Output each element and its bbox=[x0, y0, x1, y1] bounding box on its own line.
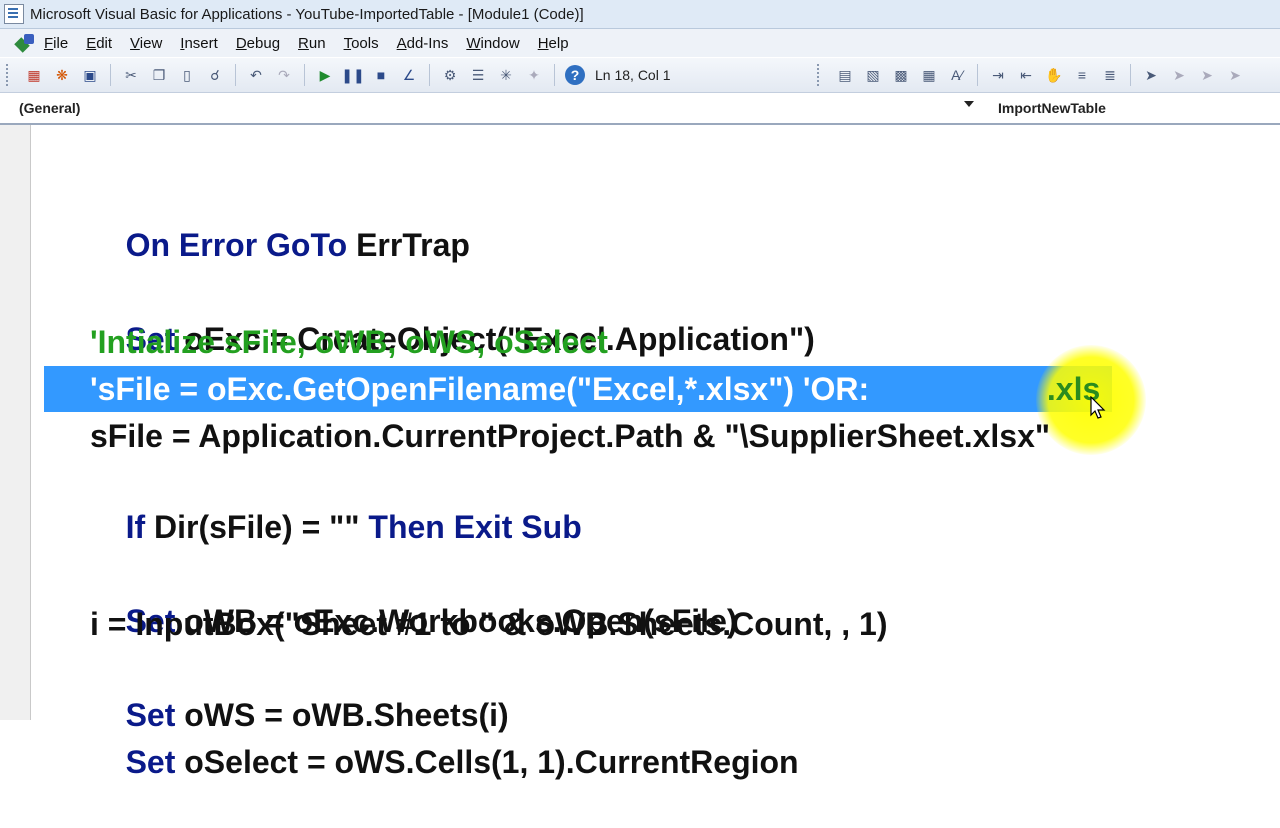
selected-code-text: 'sFile = oExc.GetOpenFilename("Excel,*.x… bbox=[90, 371, 870, 407]
toolbar-separator bbox=[977, 64, 978, 86]
project-explorer-icon[interactable]: ⚙ bbox=[440, 65, 460, 85]
menu-bar: File Edit View Insert Debug Run Tools Ad… bbox=[0, 29, 1280, 57]
code-text: ErrTrap bbox=[347, 227, 470, 263]
toolbar-grip[interactable] bbox=[6, 64, 14, 86]
menu-window[interactable]: Window bbox=[466, 35, 519, 52]
toolbar-separator bbox=[429, 64, 430, 86]
menu-insert[interactable]: Insert bbox=[180, 35, 218, 52]
find-icon[interactable]: ☌ bbox=[205, 65, 225, 85]
properties-window-icon[interactable]: ☰ bbox=[468, 65, 488, 85]
indent-icon[interactable]: ⇥ bbox=[988, 65, 1008, 85]
code-keyword: If bbox=[125, 509, 146, 545]
run-icon[interactable]: ▶ bbox=[315, 65, 335, 85]
complete-word-icon[interactable]: A⁄ bbox=[947, 65, 967, 85]
code-line[interactable]: i = InputBox("Sheet #1 to " & oWB.Sheets… bbox=[90, 602, 888, 646]
toolbar-separator bbox=[235, 64, 236, 86]
code-keyword: Then Exit Sub bbox=[368, 509, 582, 545]
menu-view[interactable]: View bbox=[130, 35, 162, 52]
insert-module-icon[interactable]: ❋ bbox=[52, 65, 72, 85]
quick-info-icon[interactable]: ▩ bbox=[891, 65, 911, 85]
object-dropdown-value: (General) bbox=[19, 100, 81, 116]
title-bar: Microsoft Visual Basic for Applications … bbox=[0, 0, 1280, 29]
toolbar-separator bbox=[110, 64, 111, 86]
comment-block-icon[interactable]: ≡ bbox=[1072, 65, 1092, 85]
list-properties-icon[interactable]: ▤ bbox=[835, 65, 855, 85]
mouse-pointer-icon bbox=[1090, 396, 1106, 419]
uncomment-block-icon[interactable]: ≣ bbox=[1100, 65, 1120, 85]
toggle-breakpoint-icon[interactable]: ✋ bbox=[1044, 65, 1064, 85]
next-bookmark-icon[interactable]: ➤ bbox=[1169, 65, 1189, 85]
code-line[interactable]: Set oWB = oExc.Workbooks.Open(sFile) bbox=[90, 555, 738, 639]
menu-edit[interactable]: Edit bbox=[86, 35, 112, 52]
toolbar-separator bbox=[554, 64, 555, 86]
help-icon[interactable]: ? bbox=[565, 65, 585, 85]
design-mode-icon[interactable]: ∠ bbox=[399, 65, 419, 85]
cut-icon[interactable]: ✂ bbox=[121, 65, 141, 85]
code-line[interactable]: sFile = Application.CurrentProject.Path … bbox=[90, 414, 1050, 458]
menu-debug[interactable]: Debug bbox=[236, 35, 280, 52]
vba-window-icon bbox=[4, 4, 24, 24]
code-keyword: Set bbox=[125, 744, 176, 780]
copy-icon[interactable]: ❐ bbox=[149, 65, 169, 85]
menu-file[interactable]: File bbox=[44, 35, 68, 52]
code-keyword: On Error GoTo bbox=[125, 227, 348, 263]
toggle-bookmark-icon[interactable]: ➤ bbox=[1141, 65, 1161, 85]
code-line[interactable]: Set oExc = CreateObject("Excel.Applicati… bbox=[90, 273, 815, 357]
window-title: Microsoft Visual Basic for Applications … bbox=[30, 5, 584, 23]
object-dropdown[interactable]: (General) bbox=[10, 96, 982, 120]
menu-run[interactable]: Run bbox=[298, 35, 326, 52]
toolbar-grip[interactable] bbox=[817, 64, 825, 86]
parameter-info-icon[interactable]: ▦ bbox=[919, 65, 939, 85]
code-window-header: (General) ImportNewTable bbox=[0, 93, 1280, 125]
previous-bookmark-icon[interactable]: ➤ bbox=[1197, 65, 1217, 85]
code-text: oSelect = oWS.Cells(1, 1).CurrentRegion bbox=[175, 744, 799, 780]
breakpoint-margin[interactable] bbox=[0, 125, 31, 720]
undo-icon[interactable]: ↶ bbox=[246, 65, 266, 85]
redo-icon[interactable]: ↷ bbox=[274, 65, 294, 85]
reset-icon[interactable]: ■ bbox=[371, 65, 391, 85]
standard-toolbar: ▦ ❋ ▣ ✂ ❐ ▯ ☌ ↶ ↷ ▶ ❚❚ ■ ∠ ⚙ ☰ ✳ ✦ ? Ln … bbox=[0, 58, 1280, 93]
selected-code-line[interactable]: 'sFile = oExc.GetOpenFilename("Excel,*.x… bbox=[44, 366, 1112, 412]
break-icon[interactable]: ❚❚ bbox=[341, 65, 364, 85]
toolbar-separator bbox=[1130, 64, 1131, 86]
menu-tools[interactable]: Tools bbox=[344, 35, 379, 52]
code-editor[interactable]: On Error GoTo ErrTrap Set oExc = CreateO… bbox=[0, 125, 1280, 780]
toolbox-icon[interactable]: ✦ bbox=[524, 65, 544, 85]
excel-vba-icon[interactable] bbox=[14, 32, 36, 54]
outdent-icon[interactable]: ⇤ bbox=[1016, 65, 1036, 85]
list-constants-icon[interactable]: ▧ bbox=[863, 65, 883, 85]
chevron-down-icon[interactable] bbox=[964, 101, 974, 107]
menu-help[interactable]: Help bbox=[538, 35, 569, 52]
code-line[interactable]: If Dir(sFile) = "" Then Exit Sub bbox=[90, 461, 582, 545]
view-excel-icon[interactable]: ▦ bbox=[24, 65, 44, 85]
paste-icon[interactable]: ▯ bbox=[177, 65, 197, 85]
code-comment-line[interactable]: 'Intialize sFile, oWB, oWS, oSelect bbox=[90, 320, 608, 364]
code-line[interactable]: On Error GoTo ErrTrap bbox=[90, 179, 470, 263]
toolbar-separator bbox=[304, 64, 305, 86]
procedure-dropdown[interactable]: ImportNewTable bbox=[998, 96, 1268, 120]
code-line[interactable]: Set oWS = oWB.Sheets(i) bbox=[90, 649, 509, 733]
clear-bookmarks-icon[interactable]: ➤ bbox=[1225, 65, 1245, 85]
procedure-dropdown-value: ImportNewTable bbox=[998, 100, 1106, 116]
object-browser-icon[interactable]: ✳ bbox=[496, 65, 516, 85]
code-text: Dir(sFile) = "" bbox=[145, 509, 369, 545]
cursor-position: Ln 18, Col 1 bbox=[595, 67, 671, 83]
save-icon[interactable]: ▣ bbox=[80, 65, 100, 85]
menu-add-ins[interactable]: Add-Ins bbox=[397, 35, 449, 52]
code-line[interactable]: Set oSelect = oWS.Cells(1, 1).CurrentReg… bbox=[90, 696, 799, 780]
